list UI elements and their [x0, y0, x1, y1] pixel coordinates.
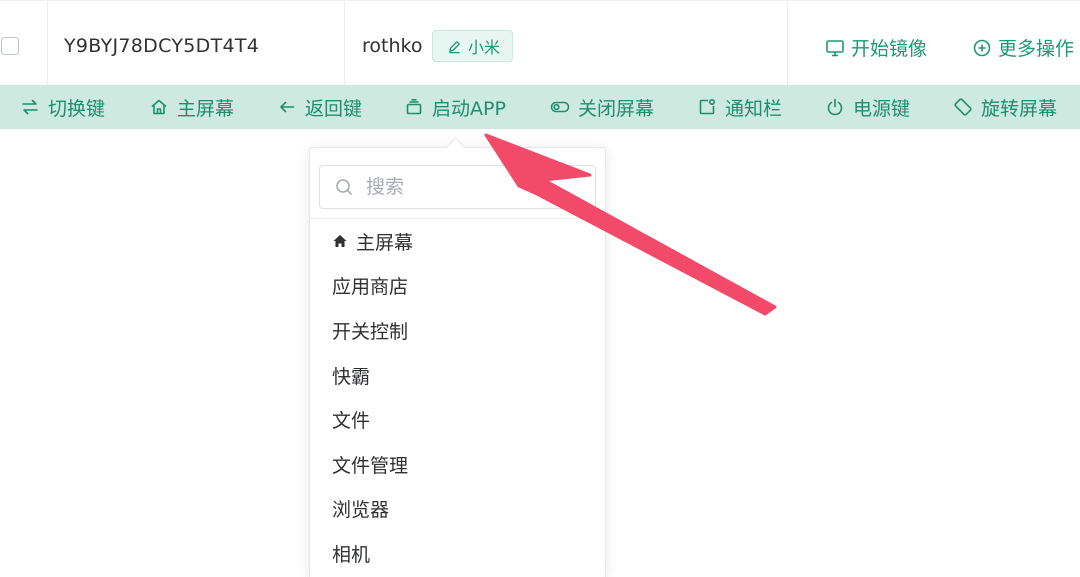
- app-item-label: 主屏幕: [356, 231, 414, 254]
- app-item-browser[interactable]: 浏览器: [310, 487, 607, 532]
- device-control-toolbar: 切换键 主屏幕 返回键 启动APP 关闭屏幕 通知栏 电源键 旋转屏幕: [0, 85, 1080, 129]
- power-icon: [827, 98, 843, 116]
- device-name: rothko: [362, 35, 423, 57]
- column-divider: [344, 1, 345, 85]
- more-actions-label: 更多操作: [998, 38, 1075, 60]
- app-item-app-store[interactable]: 应用商店: [310, 264, 607, 309]
- more-actions-button[interactable]: 更多操作: [972, 34, 1074, 61]
- row-select-checkbox[interactable]: [1, 37, 19, 55]
- switch-key-button[interactable]: 切换键: [20, 85, 105, 129]
- app-item-label: 文件: [332, 410, 371, 433]
- home-filled-icon: [333, 235, 347, 248]
- launch-app-button[interactable]: 启动APP: [404, 85, 506, 129]
- notification-bar-button[interactable]: 通知栏: [697, 85, 782, 129]
- turn-off-screen-button[interactable]: 关闭屏幕: [550, 85, 654, 129]
- launch-app-dropdown: 主屏幕 应用商店 开关控制 快霸 文件 文件管理 浏览器 相机: [309, 147, 607, 577]
- app-item-file-manager[interactable]: 文件管理: [310, 442, 607, 487]
- app-item-home-screen[interactable]: 主屏幕: [310, 219, 607, 264]
- home-screen-label: 主屏幕: [177, 97, 235, 120]
- power-key-label: 电源键: [853, 97, 911, 120]
- turn-off-screen-label: 关闭屏幕: [578, 97, 655, 120]
- column-divider: [47, 1, 48, 85]
- app-item-switch-control[interactable]: 开关控制: [310, 308, 607, 353]
- brand-tag[interactable]: 小米: [432, 30, 514, 62]
- device-row: Y9BYJ78DCY5DT4T4 rothko 小米 开始镜像 更多操作: [0, 0, 1080, 86]
- app-stack-icon: [406, 99, 422, 115]
- app-item-camera[interactable]: 相机: [310, 531, 607, 576]
- search-icon: [336, 179, 352, 195]
- app-item-label: 文件管理: [332, 454, 409, 477]
- rotate-screen-label: 旋转屏幕: [981, 97, 1058, 120]
- app-item-label: 开关控制: [332, 320, 409, 343]
- app-search-input[interactable]: [364, 175, 568, 199]
- notification-bar-label: 通知栏: [725, 97, 783, 120]
- switch-icon: [22, 99, 38, 115]
- home-icon: [151, 99, 167, 115]
- power-key-button[interactable]: 电源键: [825, 85, 910, 129]
- app-item-label: 浏览器: [332, 499, 390, 522]
- monitor-icon: [826, 39, 844, 56]
- switch-key-label: 切换键: [48, 97, 106, 120]
- rotate-screen-button[interactable]: 旋转屏幕: [953, 85, 1057, 129]
- notification-icon: [699, 98, 716, 115]
- app-item-label: 应用商店: [332, 276, 409, 299]
- device-id: Y9BYJ78DCY5DT4T4: [64, 35, 260, 57]
- back-arrow-icon: [280, 101, 295, 113]
- app-search-box[interactable]: [319, 165, 596, 209]
- app-item-label: 相机: [332, 543, 371, 566]
- app-item-kuaiba[interactable]: 快霸: [310, 353, 607, 398]
- app-list: 主屏幕 应用商店 开关控制 快霸 文件 文件管理 浏览器 相机: [310, 219, 607, 576]
- start-mirror-label: 开始镜像: [851, 38, 928, 60]
- home-screen-button[interactable]: 主屏幕: [149, 85, 234, 129]
- plus-circle-icon: [973, 39, 991, 56]
- column-divider: [787, 1, 788, 85]
- back-key-label: 返回键: [305, 97, 363, 120]
- edit-pen-icon: [449, 40, 460, 53]
- toggle-icon: [550, 101, 570, 113]
- app-item-label: 快霸: [332, 365, 371, 388]
- back-key-button[interactable]: 返回键: [277, 85, 362, 129]
- launch-app-label: 启动APP: [432, 97, 506, 120]
- app-item-files[interactable]: 文件: [310, 397, 607, 442]
- rotate-icon: [954, 98, 972, 116]
- start-mirror-button[interactable]: 开始镜像: [825, 34, 927, 61]
- brand-label: 小米: [468, 38, 501, 57]
